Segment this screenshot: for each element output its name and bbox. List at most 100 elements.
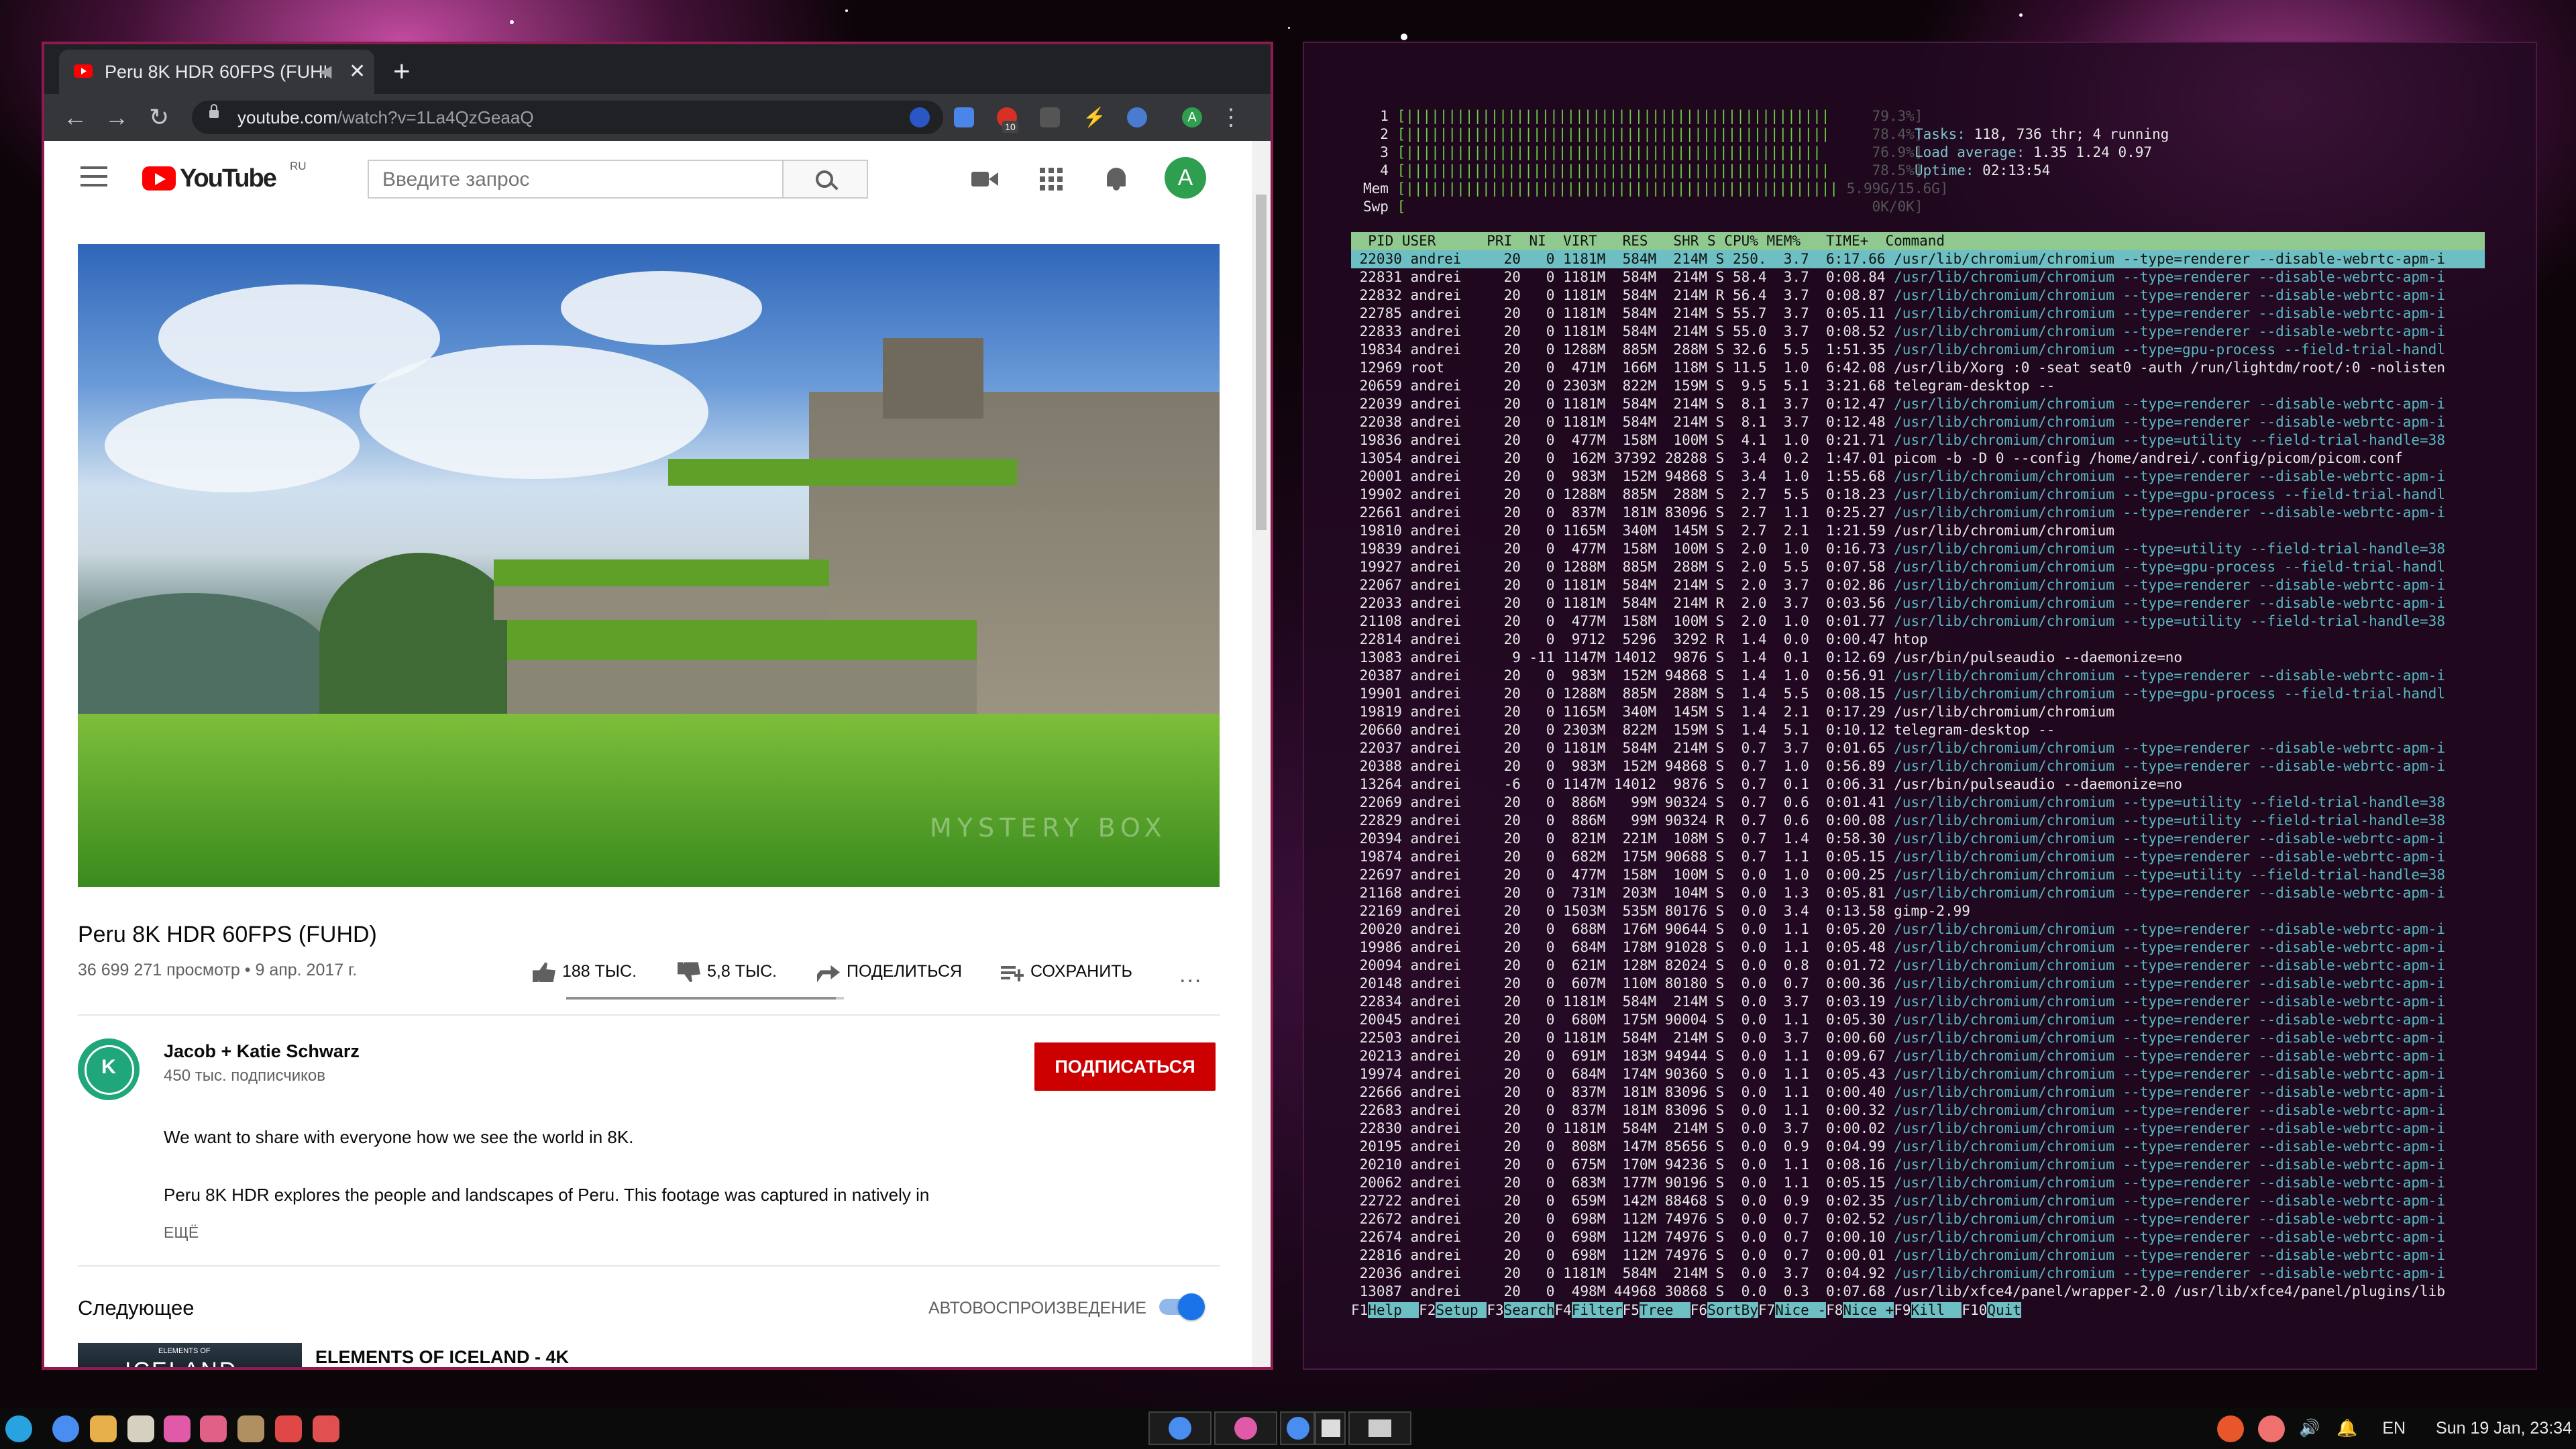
notifications-icon[interactable]: 🔔: [2337, 1419, 2357, 1438]
process-row[interactable]: 20020 andrei 20 0 688M 176M 90644 S 0.0 …: [1351, 920, 2485, 938]
channel-name[interactable]: Jacob + Katie Schwarz: [164, 1041, 360, 1062]
forward-icon[interactable]: →: [105, 94, 129, 141]
process-row[interactable]: 22037 andrei 20 0 1181M 584M 214M S 0.7 …: [1351, 739, 2485, 757]
process-row[interactable]: 22683 andrei 20 0 837M 181M 83096 S 0.0 …: [1351, 1102, 2485, 1120]
process-row[interactable]: 20210 andrei 20 0 675M 170M 94236 S 0.0 …: [1351, 1156, 2485, 1174]
app-pink-icon[interactable]: [164, 1415, 191, 1442]
process-row[interactable]: 22503 andrei 20 0 1181M 584M 214M S 0.0 …: [1351, 1029, 2485, 1047]
process-row[interactable]: 20660 andrei 20 0 2303M 822M 159M S 1.4 …: [1351, 721, 2485, 739]
function-key-label[interactable]: Nice +: [1843, 1302, 1894, 1318]
taskbar-window-app[interactable]: [1315, 1411, 1346, 1445]
process-row[interactable]: 13083 andrei 9 -11 1147M 14012 9876 S 1.…: [1351, 649, 2485, 667]
save-button[interactable]: СОХРАНИТЬ: [1001, 958, 1132, 985]
function-key[interactable]: F10: [1962, 1302, 1987, 1318]
channel-avatar[interactable]: K: [78, 1038, 140, 1100]
process-row[interactable]: 22831 andrei 20 0 1181M 584M 214M S 58.4…: [1351, 268, 2485, 286]
process-row[interactable]: 19839 andrei 20 0 477M 158M 100M S 2.0 1…: [1351, 540, 2485, 558]
function-key-label[interactable]: Nice -: [1775, 1302, 1827, 1318]
function-key[interactable]: F9: [1894, 1302, 1911, 1318]
taskbar-window-terminal[interactable]: [1348, 1411, 1411, 1445]
process-row[interactable]: 22832 andrei 20 0 1181M 584M 214M R 56.4…: [1351, 286, 2485, 305]
next-video-title[interactable]: ELEMENTS OF ICELAND - 4K: [315, 1347, 569, 1367]
hamburger-menu-icon[interactable]: [80, 166, 107, 186]
firefox-icon[interactable]: [2217, 1415, 2245, 1443]
process-row[interactable]: 20659 andrei 20 0 2303M 822M 159M S 9.5 …: [1351, 377, 2485, 395]
function-key[interactable]: F7: [1758, 1302, 1775, 1318]
taskbar-window-chromium[interactable]: [1148, 1411, 1212, 1445]
process-row[interactable]: 22033 andrei 20 0 1181M 584M 214M R 2.0 …: [1351, 594, 2485, 612]
process-row[interactable]: 20094 andrei 20 0 621M 128M 82024 S 0.0 …: [1351, 957, 2485, 975]
function-key[interactable]: F3: [1487, 1302, 1503, 1318]
process-row[interactable]: 22834 andrei 20 0 1181M 584M 214M S 0.0 …: [1351, 993, 2485, 1011]
process-row[interactable]: 22830 andrei 20 0 1181M 584M 214M S 0.0 …: [1351, 1120, 2485, 1138]
app-gimp-icon[interactable]: [237, 1415, 264, 1442]
process-row[interactable]: 22785 andrei 20 0 1181M 584M 214M S 55.7…: [1351, 305, 2485, 323]
chromium-icon[interactable]: [52, 1415, 79, 1442]
keyboard-layout[interactable]: EN: [2382, 1419, 2406, 1438]
process-row[interactable]: 22666 andrei 20 0 837M 181M 83096 S 0.0 …: [1351, 1083, 2485, 1102]
function-key-label[interactable]: Filter: [1571, 1302, 1623, 1318]
function-key[interactable]: F1: [1351, 1302, 1368, 1318]
clock[interactable]: Sun 19 Jan, 23:34: [2436, 1419, 2572, 1438]
process-row[interactable]: 19834 andrei 20 0 1288M 885M 288M S 32.6…: [1351, 341, 2485, 359]
function-key-label[interactable]: SortBy: [1707, 1302, 1758, 1318]
profile-avatar[interactable]: A: [1182, 107, 1202, 127]
process-row[interactable]: 19874 andrei 20 0 682M 175M 90688 S 0.7 …: [1351, 848, 2485, 866]
function-key-label[interactable]: Setup: [1436, 1302, 1487, 1318]
function-key-label[interactable]: Kill: [1911, 1302, 1962, 1318]
whisker-menu-icon[interactable]: [5, 1415, 32, 1442]
browser-tab[interactable]: Peru 8K HDR 60FPS (FUHD) ◀ ✕: [59, 50, 374, 94]
process-row[interactable]: 19901 andrei 20 0 1288M 885M 288M S 1.4 …: [1351, 685, 2485, 703]
process-row[interactable]: 19986 andrei 20 0 684M 178M 91028 S 0.0 …: [1351, 938, 2485, 957]
process-row[interactable]: 22816 andrei 20 0 698M 112M 74976 S 0.0 …: [1351, 1246, 2485, 1265]
notifications-bell-icon[interactable]: [1102, 164, 1132, 195]
process-row[interactable]: 20394 andrei 20 0 821M 221M 108M S 0.7 1…: [1351, 830, 2485, 848]
process-row[interactable]: 22829 andrei 20 0 886M 99M 90324 R 0.7 0…: [1351, 812, 2485, 830]
process-row[interactable]: 20195 andrei 20 0 808M 147M 85656 S 0.0 …: [1351, 1138, 2485, 1156]
subscribe-button[interactable]: ПОДПИСАТЬСЯ: [1034, 1042, 1216, 1091]
process-row[interactable]: 22069 andrei 20 0 886M 99M 90324 S 0.7 0…: [1351, 794, 2485, 812]
process-row[interactable]: 19902 andrei 20 0 1288M 885M 288M S 2.7 …: [1351, 486, 2485, 504]
process-row[interactable]: 22674 andrei 20 0 698M 112M 74976 S 0.0 …: [1351, 1228, 2485, 1246]
share-button[interactable]: ПОДЕЛИТЬСЯ: [817, 958, 962, 985]
user-avatar[interactable]: A: [1165, 157, 1206, 199]
search-input[interactable]: [369, 161, 759, 199]
process-row[interactable]: 19819 andrei 20 0 1165M 340M 145M S 1.4 …: [1351, 703, 2485, 721]
plus-icon[interactable]: +: [393, 50, 411, 94]
process-row[interactable]: 20387 andrei 20 0 983M 152M 94868 S 1.4 …: [1351, 667, 2485, 685]
menu-kebab-icon[interactable]: ⋮: [1220, 94, 1242, 141]
process-row[interactable]: 19974 andrei 20 0 684M 174M 90360 S 0.0 …: [1351, 1065, 2485, 1083]
process-row[interactable]: 22038 andrei 20 0 1181M 584M 214M S 8.1 …: [1351, 413, 2485, 431]
process-row[interactable]: 22722 andrei 20 0 659M 142M 88468 S 0.0 …: [1351, 1192, 2485, 1210]
extension-lightning-icon[interactable]: ⚡: [1083, 107, 1106, 127]
process-row[interactable]: 13054 andrei 20 0 162M 37392 28288 S 3.4…: [1351, 449, 2485, 468]
show-more-button[interactable]: ЕЩЁ: [164, 1224, 199, 1242]
function-key-label[interactable]: Tree: [1639, 1302, 1690, 1318]
process-row[interactable]: 20388 andrei 20 0 983M 152M 94868 S 0.7 …: [1351, 757, 2485, 775]
back-icon[interactable]: ←: [63, 94, 87, 141]
process-row[interactable]: 22833 andrei 20 0 1181M 584M 214M S 55.0…: [1351, 323, 2485, 341]
close-icon[interactable]: ✕: [349, 50, 366, 94]
process-row[interactable]: 22672 andrei 20 0 698M 112M 74976 S 0.0 …: [1351, 1210, 2485, 1228]
process-row[interactable]: 20062 andrei 20 0 683M 177M 90196 S 0.0 …: [1351, 1174, 2485, 1192]
process-row[interactable]: 22067 andrei 20 0 1181M 584M 214M S 2.0 …: [1351, 576, 2485, 594]
process-row[interactable]: 21168 andrei 20 0 731M 203M 104M S 0.0 1…: [1351, 884, 2485, 902]
like-button[interactable]: 188 ТЫС.: [533, 958, 637, 985]
app-book-icon[interactable]: [200, 1415, 227, 1442]
extension-translate-icon[interactable]: [954, 107, 974, 127]
next-video-thumbnail[interactable]: ELEMENTS OF ICELAND: [78, 1343, 302, 1367]
function-key[interactable]: F4: [1554, 1302, 1571, 1318]
reload-icon[interactable]: ↻: [149, 94, 169, 141]
speaker-icon[interactable]: ◀: [319, 50, 331, 94]
function-key[interactable]: F2: [1419, 1302, 1436, 1318]
process-row[interactable]: 13087 andrei 20 0 498M 44968 30868 S 0.0…: [1351, 1283, 2485, 1301]
process-row[interactable]: 19927 andrei 20 0 1288M 885M 288M S 2.0 …: [1351, 558, 2485, 576]
process-row[interactable]: 22814 andrei 20 0 9712 5296 3292 R 1.4 0…: [1351, 631, 2485, 649]
extension-cursor-icon[interactable]: [1040, 107, 1060, 127]
calculator-icon[interactable]: [127, 1415, 154, 1442]
process-row[interactable]: 13264 andrei -6 0 1147M 14012 9876 S 0.7…: [1351, 775, 2485, 794]
process-row[interactable]: 19810 andrei 20 0 1165M 340M 145M S 2.7 …: [1351, 522, 2485, 540]
app-music-icon[interactable]: [313, 1415, 339, 1442]
address-bar[interactable]: youtube.com/watch?v=1La4QzGeaaQ ☆: [192, 101, 943, 134]
dislike-button[interactable]: 5,8 ТЫС.: [678, 958, 777, 985]
